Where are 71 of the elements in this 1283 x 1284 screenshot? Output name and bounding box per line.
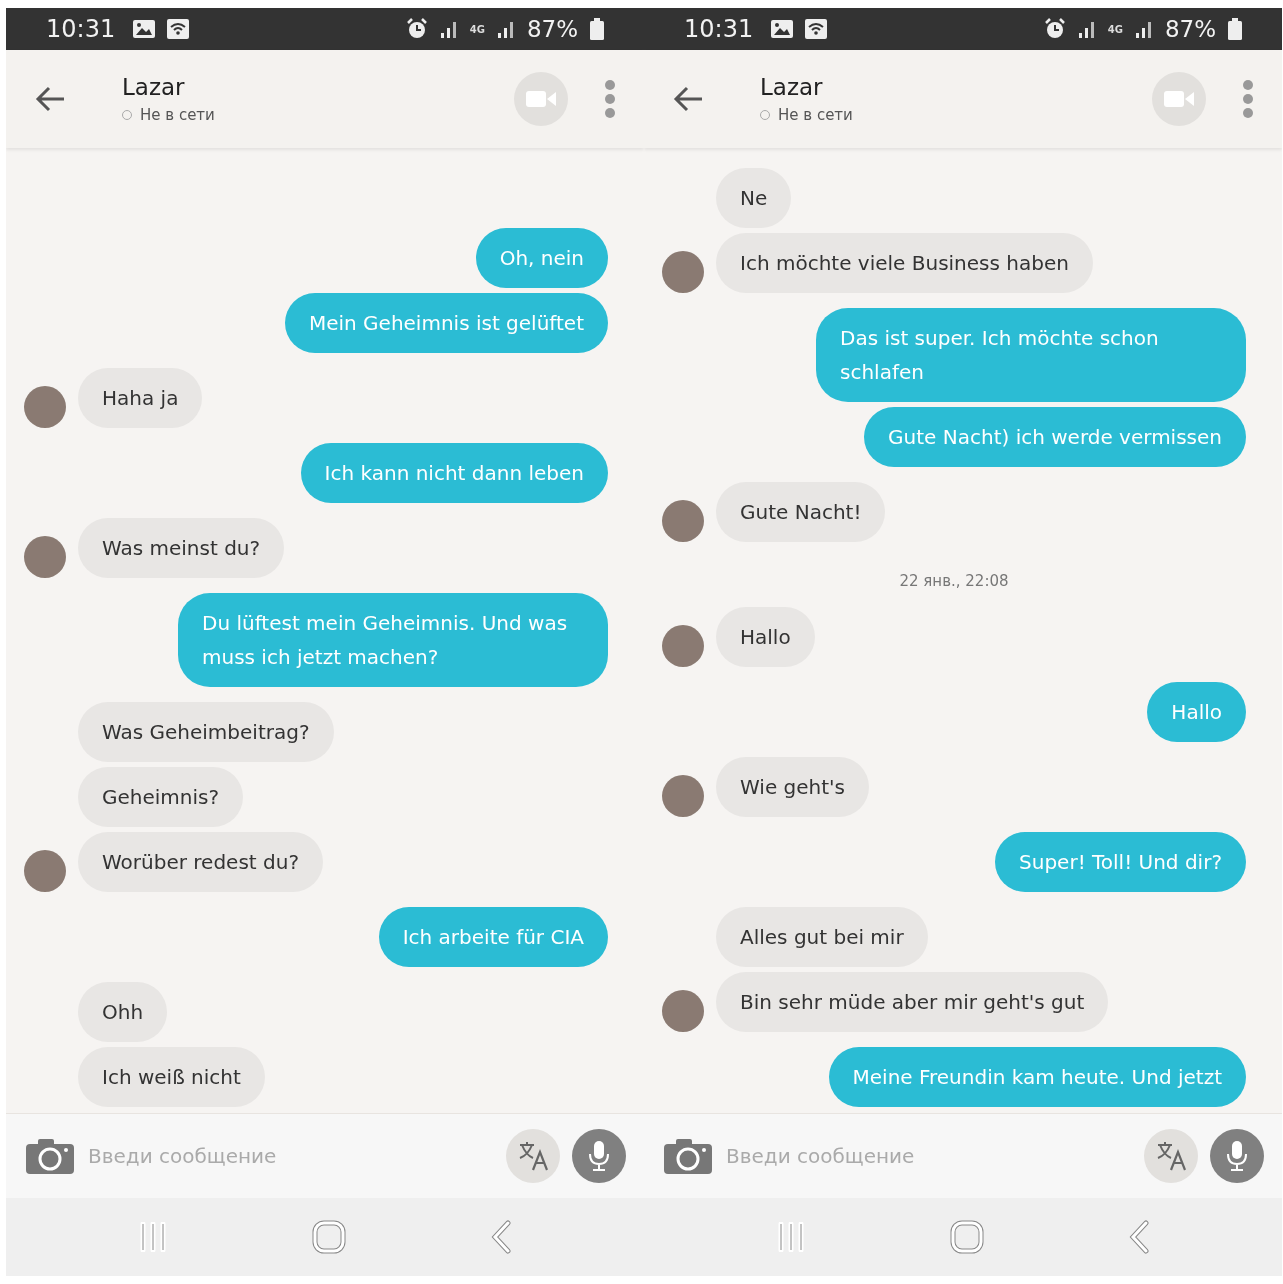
timestamp: 22 янв., 22:08 [899,572,1009,590]
image-icon [771,20,794,38]
battery-percent: 87% [526,16,578,42]
camera-icon[interactable] [664,1138,712,1174]
signal-icon [1077,19,1096,39]
alarm-icon [1043,18,1066,40]
translate-icon [1156,1141,1186,1171]
recent-apps-icon[interactable] [776,1222,806,1252]
sent-message: Super! Toll! Und dir? [995,832,1246,892]
sent-message: Mein Geheimnis ist gelüftet [284,293,608,353]
presence-status: Не в сети [778,106,853,124]
signal-icon [1134,19,1153,39]
received-message: Was Geheimbeitrag? [78,702,334,762]
status-time: 10:31 [684,15,754,43]
battery-percent: 87% [1164,16,1216,42]
video-camera-icon [526,89,556,109]
sent-message: Das ist super. Ich möchte schon schlafen [816,308,1246,402]
wifi-icon [167,19,190,39]
received-message: Ne [716,168,792,228]
sent-message: Ich arbeite für CIA [378,907,608,967]
sent-message: Ich kann nicht dann leben [300,443,608,503]
microphone-icon [1226,1140,1248,1172]
received-message: Ich weiß nicht [78,1047,265,1107]
translate-button[interactable] [506,1129,560,1183]
received-message: Worüber redest du? [78,832,323,892]
received-message: Wie geht's [716,757,869,817]
received-message: Geheimnis? [78,767,244,827]
battery-icon [1228,18,1242,40]
sent-message: Gute Nacht) ich werde vermissen [864,407,1246,467]
camera-icon[interactable] [26,1138,74,1174]
wifi-icon [805,19,828,39]
presence-status: Не в сети [140,106,215,124]
back-icon[interactable] [34,85,66,113]
translate-button[interactable] [1144,1129,1198,1183]
message-input[interactable]: Введи сообщение [724,1143,1132,1169]
sent-message: Oh, nein [475,228,608,288]
more-icon[interactable] [604,79,616,119]
message-input[interactable]: Введи сообщение [86,1143,494,1169]
more-icon[interactable] [1242,79,1254,119]
home-icon[interactable] [312,1220,346,1254]
received-message: Hallo [716,607,815,667]
sent-message: Hallo [1147,682,1246,742]
received-message: Haha ja [78,368,203,428]
microphone-icon [588,1140,610,1172]
signal-icon [439,19,458,39]
contact-name: Lazar [760,74,824,100]
video-camera-icon [1164,89,1194,109]
network-label: 4G [1107,23,1123,35]
network-label: 4G [469,23,485,35]
recent-apps-icon[interactable] [138,1222,168,1252]
battery-icon [590,18,604,40]
translate-icon [518,1141,548,1171]
received-message: Was meinst du? [78,518,285,578]
sent-message: Du lüftest mein Geheimnis. Und was muss ich jetzt machen? [178,593,608,687]
sent-message: Meine Freundin kam heute. Und jetzt [828,1047,1246,1107]
received-message: Ich möchte viele Business haben [716,233,1093,293]
alarm-icon [405,18,428,40]
microphone-button[interactable] [1210,1129,1264,1183]
back-nav-icon[interactable] [490,1220,512,1254]
received-message: Gute Nacht! [716,482,886,542]
back-nav-icon[interactable] [1128,1220,1150,1254]
received-message: Bin sehr müde aber mir geht's gut [716,972,1109,1032]
status-time: 10:31 [46,15,116,43]
signal-icon [496,19,515,39]
contact-name: Lazar [122,74,186,100]
back-icon[interactable] [672,85,704,113]
received-message: Ohh [78,982,168,1042]
microphone-button[interactable] [572,1129,626,1183]
received-message: Alles gut bei mir [716,907,928,967]
home-icon[interactable] [950,1220,984,1254]
image-icon [133,20,156,38]
